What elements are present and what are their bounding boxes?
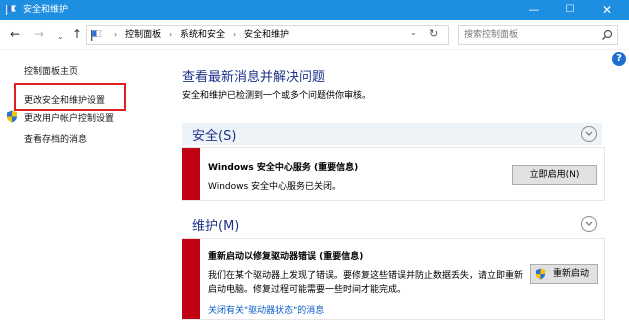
turn-off-drive-status-messages-link[interactable]: 关闭有关"驱动器状态"的消息 bbox=[208, 303, 324, 316]
recent-locations-button[interactable]: ⌄ bbox=[57, 30, 64, 44]
alert-severity-bar bbox=[182, 239, 200, 319]
minimize-button[interactable]: — bbox=[517, 0, 551, 20]
alert-description: 我们在某个驱动器上发现了错误。要修复这些错误并防止数据丢失，请立即重新启动电脑。… bbox=[208, 271, 524, 295]
sidebar-item-control-panel-home[interactable]: 控制面板主页 bbox=[24, 64, 78, 77]
title-bar: 安全和维护 — ☐ ✕ bbox=[0, 0, 629, 20]
breadcrumb-separator[interactable]: › bbox=[169, 30, 172, 39]
page-subtitle: 安全和维护已检测到一个或多个问题供你审核。 bbox=[182, 91, 372, 101]
up-button[interactable]: ↑ bbox=[72, 27, 82, 41]
enable-now-button[interactable]: 立即启用(N) bbox=[512, 165, 597, 185]
uac-shield-icon bbox=[7, 110, 17, 123]
breadcrumb-separator: › bbox=[114, 30, 118, 39]
maintenance-section-header[interactable]: 维护(M) bbox=[182, 213, 602, 235]
breadcrumb-control-panel[interactable]: 控制面板 bbox=[125, 30, 161, 40]
search-box[interactable] bbox=[458, 25, 618, 45]
alert-title: Windows 安全中心服务 (重要信息) bbox=[208, 163, 359, 173]
help-icon[interactable]: ? bbox=[612, 52, 626, 66]
sidebar-item-uac-settings[interactable]: 更改用户帐户控制设置 bbox=[24, 111, 114, 124]
back-button[interactable]: ← bbox=[10, 27, 20, 41]
restart-button[interactable]: 重新启动 bbox=[530, 264, 598, 284]
navigation-bar: ← → ⌄ ↑ › 控制面板 › 系统和安全 › 安全和维护 ⌄ ↻ bbox=[0, 20, 629, 50]
security-flag-icon bbox=[6, 5, 16, 15]
breadcrumb-system-security[interactable]: 系统和安全 bbox=[180, 30, 225, 40]
page-title: 查看最新消息并解决问题 bbox=[182, 70, 326, 85]
security-section-label: 安全(S) bbox=[192, 129, 237, 144]
alert-description: Windows 安全中心服务已关闭。 bbox=[208, 182, 342, 192]
search-input[interactable] bbox=[464, 28, 594, 42]
chevron-down-icon[interactable] bbox=[581, 126, 597, 142]
restart-button-label: 重新启动 bbox=[552, 269, 589, 279]
address-bar[interactable]: › 控制面板 › 系统和安全 › 安全和维护 ⌄ ↻ bbox=[86, 25, 449, 45]
window-title: 安全和维护 bbox=[23, 5, 69, 15]
uac-shield-icon bbox=[535, 268, 546, 280]
security-alert: Windows 安全中心服务 (重要信息) Windows 安全中心服务已关闭。… bbox=[182, 147, 605, 201]
alert-title: 重新启动以修复驱动器错误 (重要信息) bbox=[208, 252, 364, 262]
sidebar-item-archived-messages[interactable]: 查看存档的消息 bbox=[24, 132, 87, 145]
close-button[interactable]: ✕ bbox=[590, 0, 624, 20]
security-section-header[interactable]: 安全(S) bbox=[182, 123, 602, 145]
chevron-down-icon[interactable] bbox=[581, 216, 597, 232]
maximize-button[interactable]: ☐ bbox=[553, 0, 587, 20]
flag-icon bbox=[91, 30, 102, 41]
breadcrumb: › 控制面板 › 系统和安全 › 安全和维护 bbox=[109, 26, 289, 44]
forward-button[interactable]: → bbox=[34, 27, 44, 41]
sidebar-item-change-security-settings[interactable]: 更改安全和维护设置 bbox=[24, 93, 105, 106]
breadcrumb-separator[interactable]: › bbox=[233, 30, 236, 39]
search-icon[interactable] bbox=[601, 29, 613, 41]
breadcrumb-security-maintenance[interactable]: 安全和维护 bbox=[244, 30, 289, 40]
maintenance-section-label: 维护(M) bbox=[192, 219, 240, 234]
alert-severity-bar bbox=[182, 148, 200, 200]
maintenance-alert: 重新启动以修复驱动器错误 (重要信息) 我们在某个驱动器上发现了错误。要修复这些… bbox=[182, 238, 605, 320]
refresh-button[interactable]: ↻ bbox=[429, 27, 438, 40]
address-dropdown-button[interactable]: ⌄ bbox=[410, 28, 417, 37]
